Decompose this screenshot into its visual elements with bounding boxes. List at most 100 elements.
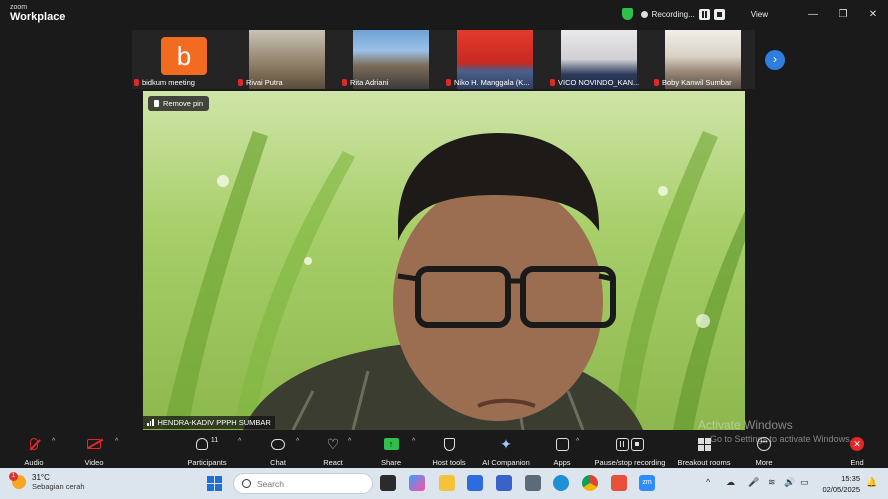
remove-pin-button[interactable]: Remove pin — [148, 96, 210, 111]
recording-indicator[interactable]: Recording... — [640, 8, 725, 20]
end-close-icon: ✕ — [850, 437, 864, 451]
apps-icon — [555, 437, 569, 451]
copilot-icon[interactable] — [409, 475, 425, 491]
share-screen-icon: ↑ — [383, 438, 399, 450]
ai-sparkle-icon: ✦ — [500, 436, 512, 452]
video-options-chevron-icon[interactable]: ^ — [115, 438, 118, 445]
clock-date: 02/05/2025 — [822, 485, 860, 494]
app-icon[interactable] — [611, 475, 627, 491]
react-heart-icon: ♡ — [326, 436, 340, 452]
video-off-icon — [87, 439, 101, 449]
brand-top: zoom — [10, 4, 28, 11]
file-explorer-icon[interactable] — [439, 475, 455, 491]
volume-icon[interactable]: 🔊 — [784, 477, 795, 488]
participant-strip: b bidkum meeting Rivai Putra Rita Adrian… — [132, 30, 755, 89]
pause-stop-recording-icon — [615, 437, 645, 451]
weather-widget[interactable]: 1 31°C Sebagian cerah — [9, 472, 85, 491]
participant-tile[interactable]: Niko H. Manggala (K... — [444, 30, 548, 89]
mic-muted-icon — [446, 79, 451, 86]
participants-count: 11 — [210, 436, 219, 444]
close-icon[interactable]: ✕ — [858, 9, 888, 20]
end-label: End — [850, 458, 864, 467]
participants-button[interactable]: 11 Participants — [184, 434, 230, 468]
pause-recording-icon[interactable] — [698, 8, 710, 20]
chrome-browser-icon[interactable] — [582, 475, 598, 491]
view-button[interactable]: View — [751, 10, 768, 19]
participant-tile[interactable]: Rivai Putra — [236, 30, 340, 89]
zoom-taskbar-icon[interactable]: zm — [639, 475, 655, 491]
main-speaker-video — [143, 91, 745, 430]
apps-options-chevron-icon[interactable]: ^ — [576, 438, 579, 445]
host-tools-label: Host tools — [432, 458, 466, 467]
react-button[interactable]: ♡ React — [321, 434, 345, 467]
audio-button[interactable]: Audio — [20, 434, 48, 467]
pause-stop-recording-button[interactable]: Pause/stop recording — [592, 434, 668, 467]
participant-name: Niko H. Manggala (K... — [454, 78, 530, 87]
stop-recording-icon[interactable] — [713, 8, 725, 20]
next-page-chevron-icon[interactable]: › — [765, 50, 785, 70]
notification-bell-icon[interactable]: 🔔 — [866, 477, 877, 488]
participant-tile[interactable]: Boby Kanwil Sumbar — [652, 30, 756, 89]
notification-badge: 1 — [9, 472, 18, 481]
host-tools-shield-icon — [443, 437, 455, 451]
recording-label: Recording... — [651, 9, 695, 19]
cloud-recording-icon — [640, 10, 648, 18]
camera-icon[interactable] — [525, 475, 541, 491]
mic-muted-icon — [342, 79, 347, 86]
encryption-shield-icon[interactable] — [621, 8, 633, 20]
system-clock[interactable]: 15:35 02/05/2025 — [816, 473, 860, 495]
mic-muted-icon — [30, 438, 38, 450]
chat-button[interactable]: Chat — [266, 434, 290, 467]
participant-tile[interactable]: b bidkum meeting — [132, 30, 236, 89]
cloud-icon[interactable]: ☁ — [726, 477, 735, 488]
remove-pin-label: Remove pin — [163, 99, 204, 108]
chat-label: Chat — [270, 458, 286, 467]
breakout-rooms-icon — [697, 437, 711, 451]
weather-temp: 31°C — [32, 473, 50, 482]
pause-stop-label: Pause/stop recording — [594, 458, 666, 467]
mic-muted-icon — [550, 79, 555, 86]
audio-options-chevron-icon[interactable]: ^ — [52, 438, 55, 445]
brand-bottom: Workplace — [10, 11, 66, 23]
speaker-name: HENDRA-KADIV PPPH SUMBAR — [157, 418, 271, 427]
task-view-icon[interactable] — [380, 475, 396, 491]
ai-companion-button[interactable]: ✦ AI Companion — [478, 434, 534, 467]
participant-tile[interactable]: Rita Adriani — [340, 30, 444, 89]
mic-muted-icon — [134, 79, 139, 86]
participants-label: Participants — [187, 458, 227, 467]
mic-muted-icon — [238, 79, 243, 86]
title-bar: zoom Workplace Recording... View — ❐ ✕ — [0, 0, 888, 28]
mic-muted-icon — [654, 79, 659, 86]
wifi-icon[interactable]: ≋ — [768, 477, 776, 488]
microsoft-store-icon[interactable] — [467, 475, 483, 491]
start-windows-icon[interactable] — [207, 476, 222, 491]
ai-companion-label: AI Companion — [482, 458, 530, 467]
speaker-video-frame — [163, 131, 745, 430]
participant-tile[interactable]: VICO NOVINDO_KAN... — [548, 30, 652, 89]
host-tools-button[interactable]: Host tools — [430, 434, 468, 467]
video-label: Video — [84, 458, 104, 467]
chat-icon — [271, 438, 285, 450]
participants-options-chevron-icon[interactable]: ^ — [238, 438, 241, 445]
taskbar-search[interactable] — [233, 473, 373, 494]
pin-icon — [154, 100, 159, 107]
apps-button[interactable]: Apps — [550, 434, 574, 467]
battery-icon[interactable]: ▭ — [800, 477, 809, 488]
share-options-chevron-icon[interactable]: ^ — [412, 438, 415, 445]
edge-browser-icon[interactable] — [553, 475, 569, 491]
react-options-chevron-icon[interactable]: ^ — [348, 438, 351, 445]
apps-label: Apps — [553, 458, 571, 467]
app-icon[interactable] — [496, 475, 512, 491]
restore-icon[interactable]: ❐ — [828, 9, 858, 20]
speaker-name-tag: HENDRA-KADIV PPPH SUMBAR — [143, 416, 275, 429]
search-input[interactable] — [257, 478, 347, 489]
microphone-icon[interactable]: 🎤 — [748, 477, 759, 488]
video-button[interactable]: Video — [80, 434, 108, 467]
breakout-label: Breakout rooms — [677, 458, 731, 467]
chat-options-chevron-icon[interactable]: ^ — [296, 438, 299, 445]
share-button[interactable]: ↑ Share — [378, 434, 404, 467]
minimize-icon[interactable]: — — [798, 9, 828, 20]
show-hidden-icons-chevron-icon[interactable]: ^ — [706, 477, 710, 487]
participant-name: Rivai Putra — [246, 78, 283, 87]
search-icon — [242, 479, 251, 488]
